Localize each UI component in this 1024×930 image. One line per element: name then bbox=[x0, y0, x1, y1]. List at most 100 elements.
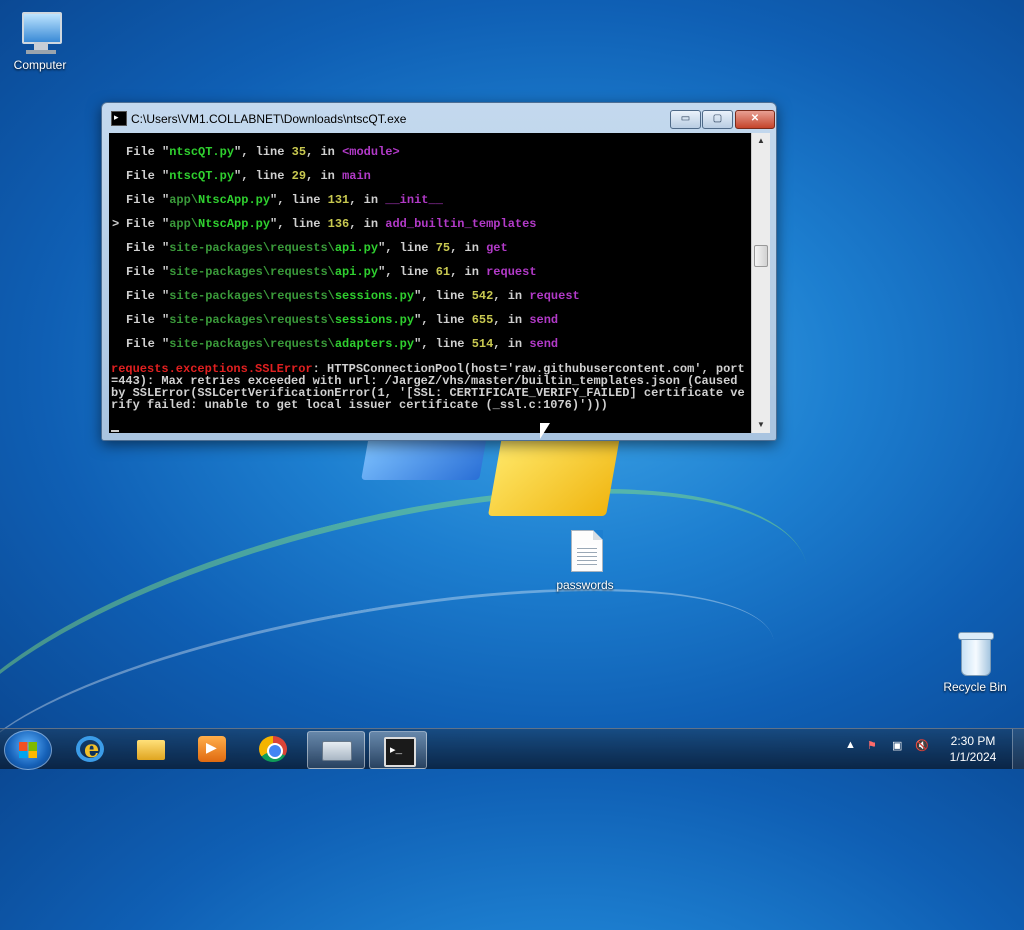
clock-date: 1/1/2024 bbox=[949, 750, 997, 764]
traceback-func: get bbox=[486, 241, 508, 255]
traceback-line: File "app\NtscApp.py", line 131, in __in… bbox=[112, 193, 443, 207]
traceback-sep: , in bbox=[493, 313, 530, 327]
window-titlebar[interactable]: C:\Users\VM1.COLLABNET\Downloads\ntscQT.… bbox=[102, 103, 776, 133]
computer-icon bbox=[16, 8, 64, 56]
traceback-dir: site-packages\requests\ bbox=[169, 241, 335, 255]
text-cursor bbox=[111, 430, 119, 432]
taskbar: ▲ ⚑ ▣ 🔇 2:30 PM 1/1/2024 bbox=[0, 728, 1024, 770]
error-message: requests.exceptions.SSLError: HTTPSConne… bbox=[111, 363, 751, 411]
traceback-sep: , in bbox=[450, 265, 487, 279]
desktop-icon-passwords[interactable]: passwords bbox=[545, 528, 625, 592]
traceback-sep: , in bbox=[493, 337, 530, 351]
traceback-dir: app\ bbox=[169, 217, 199, 231]
traceback-num: 136 bbox=[327, 217, 350, 231]
traceback-line: File "ntscQT.py", line 35, in <module> bbox=[112, 145, 400, 159]
clock[interactable]: 2:30 PM 1/1/2024 bbox=[944, 733, 1002, 765]
traceback-file: adapters.py bbox=[334, 337, 415, 351]
traceback-file: NtscApp.py bbox=[198, 217, 271, 231]
traceback-sep: , in bbox=[493, 289, 530, 303]
taskbar-item-media-player[interactable] bbox=[184, 731, 240, 767]
taskbar-item-file-explorer[interactable] bbox=[123, 731, 179, 767]
traceback-line: File "site-packages\requests\api.py", li… bbox=[112, 265, 537, 279]
taskbar-item-chrome[interactable] bbox=[245, 731, 301, 767]
console-window[interactable]: C:\Users\VM1.COLLABNET\Downloads\ntscQT.… bbox=[101, 102, 777, 441]
traceback-line: File "ntscQT.py", line 29, in main bbox=[112, 169, 371, 183]
traceback-num: 75 bbox=[435, 241, 451, 255]
traceback-line: File "site-packages\requests\api.py", li… bbox=[112, 241, 508, 255]
traceback-pre: File " bbox=[126, 337, 170, 351]
traceback-func: request bbox=[529, 289, 580, 303]
network-icon[interactable]: ▣ bbox=[892, 739, 902, 752]
vertical-scrollbar[interactable]: ▲ ▼ bbox=[751, 133, 770, 433]
traceback-file: sessions.py bbox=[334, 289, 415, 303]
desktop-icon-computer[interactable]: Computer bbox=[0, 8, 80, 72]
internet-explorer-icon bbox=[76, 734, 104, 763]
wallpaper-windows-logo bbox=[355, 436, 625, 536]
traceback-num: 61 bbox=[435, 265, 451, 279]
close-button[interactable]: ✕ bbox=[735, 110, 775, 129]
maximize-button[interactable]: ▢ bbox=[702, 110, 733, 129]
folder-icon bbox=[137, 740, 165, 760]
traceback-pre: File " bbox=[126, 217, 170, 231]
traceback-pre: File " bbox=[126, 289, 170, 303]
traceback-dir: site-packages\requests\ bbox=[169, 313, 335, 327]
traceback-func: <module> bbox=[342, 145, 400, 159]
traceback-num: 655 bbox=[471, 313, 494, 327]
traceback-func: add_builtin_templates bbox=[385, 217, 537, 231]
traceback-line: File "site-packages\requests\sessions.py… bbox=[112, 289, 580, 303]
taskbar-item-command-prompt[interactable] bbox=[369, 731, 427, 769]
media-player-icon bbox=[198, 736, 226, 762]
traceback-file: api.py bbox=[334, 241, 379, 255]
action-center-flag-icon[interactable]: ⚑ bbox=[867, 739, 877, 752]
traceback-line: > File "app\NtscApp.py", line 136, in add… bbox=[112, 217, 537, 231]
traceback-mid: ", line bbox=[414, 289, 472, 303]
taskbar-item-internet-explorer[interactable] bbox=[62, 731, 118, 767]
desktop-icon-recycle-bin[interactable]: Recycle Bin bbox=[935, 630, 1015, 694]
traceback-mid: ", line bbox=[270, 217, 328, 231]
start-button[interactable] bbox=[4, 730, 52, 770]
recycle-bin-icon bbox=[951, 630, 999, 678]
traceback-func: send bbox=[529, 337, 559, 351]
volume-muted-icon[interactable]: 🔇 bbox=[915, 739, 929, 752]
traceback-pre: File " bbox=[126, 169, 170, 183]
mouse-pointer-icon bbox=[540, 423, 550, 439]
traceback-mid: ", line bbox=[414, 313, 472, 327]
show-hidden-icons-icon[interactable]: ▲ bbox=[845, 739, 856, 751]
taskbar-item-on-screen-keyboard[interactable] bbox=[307, 731, 365, 769]
show-desktop-button[interactable] bbox=[1012, 729, 1024, 769]
traceback-pre: File " bbox=[126, 193, 170, 207]
traceback-num: 542 bbox=[471, 289, 494, 303]
traceback-dir: site-packages\requests\ bbox=[169, 265, 335, 279]
scroll-up-icon[interactable]: ▲ bbox=[752, 133, 770, 149]
traceback-marker: > bbox=[112, 217, 120, 231]
scroll-thumb[interactable] bbox=[754, 245, 768, 267]
console-output[interactable]: File "ntscQT.py", line 35, in <module> Fi… bbox=[109, 133, 751, 433]
traceback-func: __init__ bbox=[385, 193, 443, 207]
traceback-mid: ", line bbox=[414, 337, 472, 351]
desktop-icon-label: Recycle Bin bbox=[943, 680, 1007, 694]
keyboard-icon bbox=[322, 741, 352, 761]
cmd-icon bbox=[384, 737, 416, 767]
console-app-icon bbox=[111, 111, 127, 126]
window-title: C:\Users\VM1.COLLABNET\Downloads\ntscQT.… bbox=[131, 112, 407, 126]
traceback-num: 131 bbox=[327, 193, 350, 207]
traceback-num: 29 bbox=[291, 169, 307, 183]
scroll-down-icon[interactable]: ▼ bbox=[752, 417, 770, 433]
traceback-mid: ", line bbox=[378, 241, 436, 255]
traceback-sep: , in bbox=[349, 193, 386, 207]
traceback-line: File "site-packages\requests\sessions.py… bbox=[112, 313, 558, 327]
desktop-icon-label: Computer bbox=[13, 58, 67, 72]
traceback-dir: site-packages\requests\ bbox=[169, 337, 335, 351]
traceback-num: 35 bbox=[291, 145, 307, 159]
traceback-dir: site-packages\requests\ bbox=[169, 289, 335, 303]
clock-time: 2:30 PM bbox=[950, 734, 996, 748]
minimize-button[interactable]: ▭ bbox=[670, 110, 701, 129]
traceback-mid: ", line bbox=[234, 169, 292, 183]
traceback-file: ntscQT.py bbox=[169, 145, 235, 159]
traceback-sep: , in bbox=[450, 241, 487, 255]
traceback-pre: File " bbox=[126, 265, 170, 279]
traceback-pre: File " bbox=[126, 145, 170, 159]
wallpaper-swoosh-light bbox=[0, 540, 792, 883]
traceback-pre: File " bbox=[126, 313, 170, 327]
traceback-sep: , in bbox=[306, 169, 343, 183]
